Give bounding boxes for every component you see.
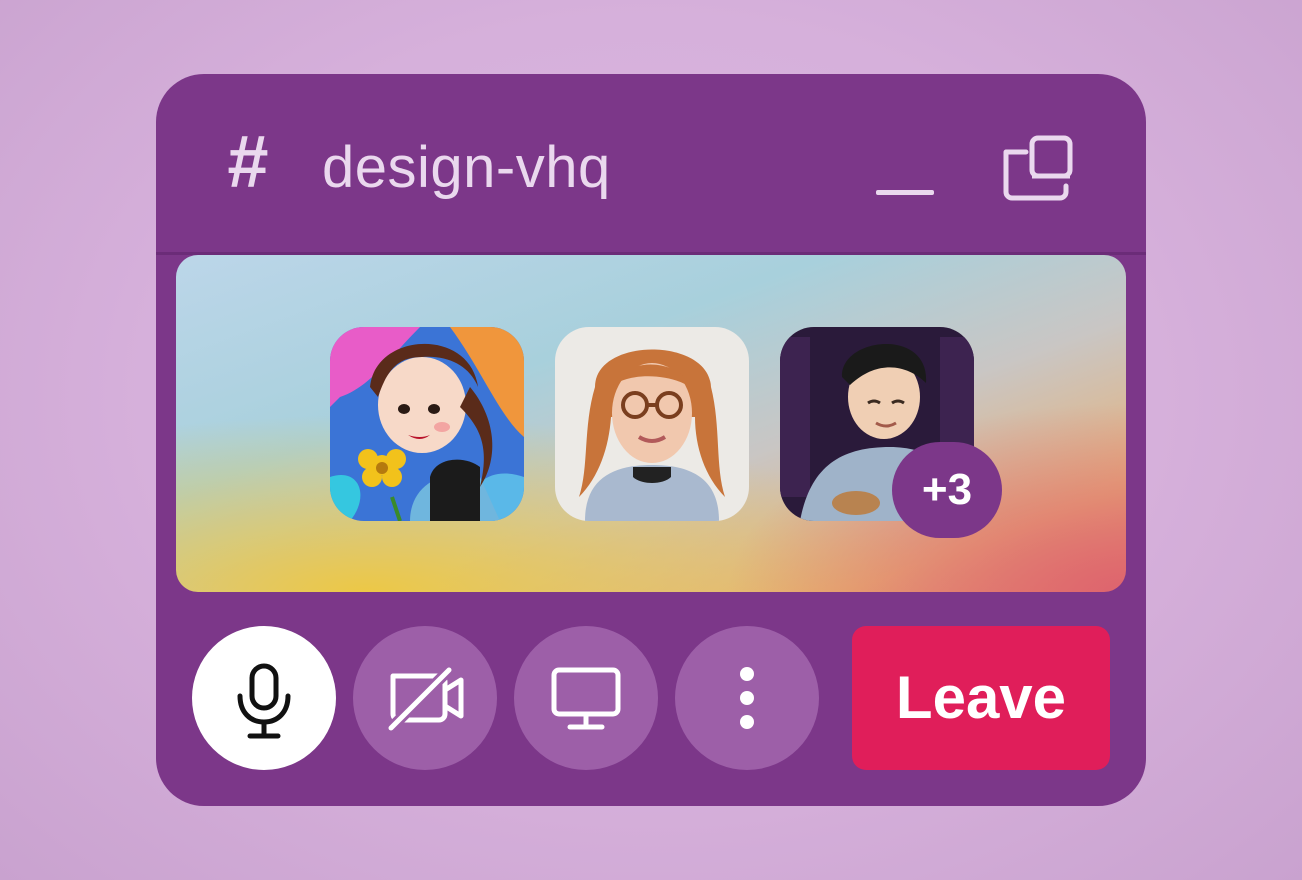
huddle-window: # design-vhq +3 Leave [156, 74, 1146, 806]
call-controls: Leave [156, 626, 1146, 770]
channel-hash-icon: # [227, 120, 269, 203]
channel-name[interactable]: design-vhq [322, 132, 611, 204]
microphone-icon [237, 663, 291, 739]
screen-share-icon [551, 667, 621, 730]
leave-button[interactable]: Leave [852, 626, 1110, 770]
mic-button[interactable] [192, 626, 336, 770]
huddle-header: # design-vhq [156, 74, 1146, 255]
screen-share-button[interactable] [514, 626, 658, 770]
video-toggle-button[interactable] [353, 626, 497, 770]
illustrated-avatar-image [330, 327, 524, 521]
popout-button[interactable] [996, 130, 1076, 204]
participants-stage: +3 [176, 255, 1126, 592]
photo-avatar-glasses-image [555, 327, 749, 521]
video-off-icon [387, 666, 464, 732]
overflow-count-badge[interactable]: +3 [892, 442, 1002, 538]
participant-avatar-1[interactable] [330, 327, 524, 521]
participant-avatar-2[interactable] [555, 327, 749, 521]
popout-window-icon [1003, 135, 1073, 201]
minimize-button[interactable] [872, 140, 938, 200]
minimize-icon [876, 190, 934, 195]
more-vertical-icon [740, 667, 754, 729]
more-options-button[interactable] [675, 626, 819, 770]
